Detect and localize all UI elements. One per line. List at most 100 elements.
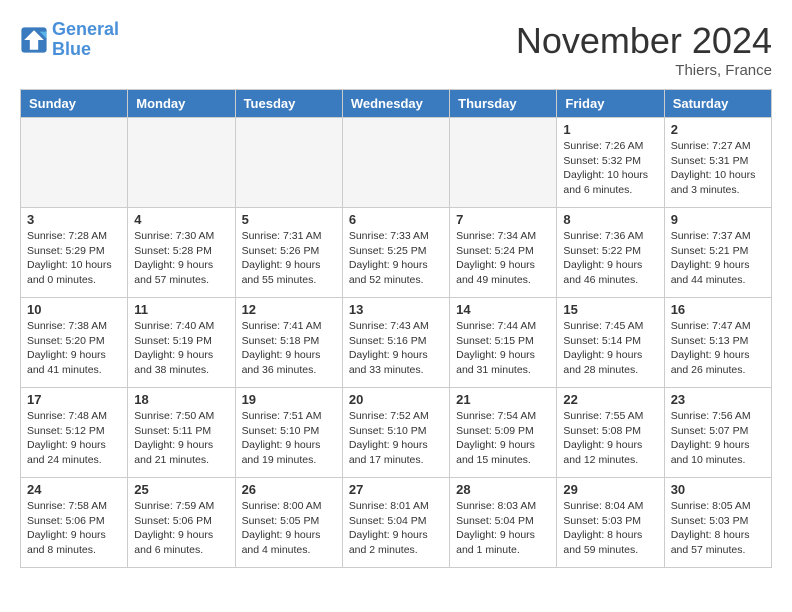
day-cell bbox=[450, 118, 557, 208]
day-info: Sunrise: 7:43 AM Sunset: 5:16 PM Dayligh… bbox=[349, 319, 443, 378]
day-number: 7 bbox=[456, 212, 550, 227]
day-cell: 24 Sunrise: 7:58 AM Sunset: 5:06 PM Dayli… bbox=[21, 478, 128, 568]
day-cell: 12 Sunrise: 7:41 AM Sunset: 5:18 PM Dayli… bbox=[235, 298, 342, 388]
day-info: Sunrise: 8:05 AM Sunset: 5:03 PM Dayligh… bbox=[671, 499, 765, 558]
day-cell: 21 Sunrise: 7:54 AM Sunset: 5:09 PM Dayli… bbox=[450, 388, 557, 478]
day-info: Sunrise: 7:48 AM Sunset: 5:12 PM Dayligh… bbox=[27, 409, 121, 468]
day-number: 21 bbox=[456, 392, 550, 407]
day-info: Sunrise: 7:58 AM Sunset: 5:06 PM Dayligh… bbox=[27, 499, 121, 558]
day-cell: 11 Sunrise: 7:40 AM Sunset: 5:19 PM Dayli… bbox=[128, 298, 235, 388]
day-number: 1 bbox=[563, 122, 657, 137]
day-cell: 30 Sunrise: 8:05 AM Sunset: 5:03 PM Dayli… bbox=[664, 478, 771, 568]
day-cell: 26Sunrise: 8:00 AM Sunset: 5:05 PM Dayli… bbox=[235, 478, 342, 568]
day-cell: 14 Sunrise: 7:44 AM Sunset: 5:15 PM Dayli… bbox=[450, 298, 557, 388]
logo-icon bbox=[20, 26, 48, 54]
day-cell: 19Sunrise: 7:51 AM Sunset: 5:10 PM Dayli… bbox=[235, 388, 342, 478]
logo-line2: Blue bbox=[52, 39, 91, 59]
day-number: 20 bbox=[349, 392, 443, 407]
header-cell-sunday: Sunday bbox=[21, 90, 128, 118]
week-row-5: 24 Sunrise: 7:58 AM Sunset: 5:06 PM Dayli… bbox=[21, 478, 772, 568]
day-cell: 16Sunrise: 7:47 AM Sunset: 5:13 PM Dayli… bbox=[664, 298, 771, 388]
header-cell-saturday: Saturday bbox=[664, 90, 771, 118]
day-info: Sunrise: 7:50 AM Sunset: 5:11 PM Dayligh… bbox=[134, 409, 228, 468]
day-number: 3 bbox=[27, 212, 121, 227]
day-number: 24 bbox=[27, 482, 121, 497]
day-number: 17 bbox=[27, 392, 121, 407]
logo-line1: General bbox=[52, 19, 119, 39]
day-number: 23 bbox=[671, 392, 765, 407]
day-info: Sunrise: 7:45 AM Sunset: 5:14 PM Dayligh… bbox=[563, 319, 657, 378]
day-cell: 6Sunrise: 7:33 AM Sunset: 5:25 PM Daylig… bbox=[342, 208, 449, 298]
day-info: Sunrise: 7:44 AM Sunset: 5:15 PM Dayligh… bbox=[456, 319, 550, 378]
day-info: Sunrise: 7:40 AM Sunset: 5:19 PM Dayligh… bbox=[134, 319, 228, 378]
day-cell: 5 Sunrise: 7:31 AM Sunset: 5:26 PM Daylig… bbox=[235, 208, 342, 298]
day-cell: 13Sunrise: 7:43 AM Sunset: 5:16 PM Dayli… bbox=[342, 298, 449, 388]
day-cell: 17 Sunrise: 7:48 AM Sunset: 5:12 PM Dayli… bbox=[21, 388, 128, 478]
header-cell-friday: Friday bbox=[557, 90, 664, 118]
day-number: 18 bbox=[134, 392, 228, 407]
day-number: 28 bbox=[456, 482, 550, 497]
day-cell bbox=[128, 118, 235, 208]
day-number: 22 bbox=[563, 392, 657, 407]
day-number: 11 bbox=[134, 302, 228, 317]
day-number: 10 bbox=[27, 302, 121, 317]
location: Thiers, France bbox=[516, 62, 772, 79]
day-info: Sunrise: 7:26 AM Sunset: 5:32 PM Dayligh… bbox=[563, 139, 657, 198]
day-info: Sunrise: 8:00 AM Sunset: 5:05 PM Dayligh… bbox=[242, 499, 336, 558]
day-number: 27 bbox=[349, 482, 443, 497]
day-info: Sunrise: 7:34 AM Sunset: 5:24 PM Dayligh… bbox=[456, 229, 550, 288]
day-info: Sunrise: 7:31 AM Sunset: 5:26 PM Dayligh… bbox=[242, 229, 336, 288]
page-header: General Blue November 2024 Thiers, Franc… bbox=[20, 20, 772, 79]
day-number: 29 bbox=[563, 482, 657, 497]
day-cell: 25Sunrise: 7:59 AM Sunset: 5:06 PM Dayli… bbox=[128, 478, 235, 568]
week-row-3: 10Sunrise: 7:38 AM Sunset: 5:20 PM Dayli… bbox=[21, 298, 772, 388]
day-info: Sunrise: 7:41 AM Sunset: 5:18 PM Dayligh… bbox=[242, 319, 336, 378]
day-info: Sunrise: 7:37 AM Sunset: 5:21 PM Dayligh… bbox=[671, 229, 765, 288]
day-cell bbox=[235, 118, 342, 208]
header-cell-wednesday: Wednesday bbox=[342, 90, 449, 118]
header-cell-thursday: Thursday bbox=[450, 90, 557, 118]
day-number: 2 bbox=[671, 122, 765, 137]
day-cell: 20 Sunrise: 7:52 AM Sunset: 5:10 PM Dayli… bbox=[342, 388, 449, 478]
day-number: 19 bbox=[242, 392, 336, 407]
day-cell: 4Sunrise: 7:30 AM Sunset: 5:28 PM Daylig… bbox=[128, 208, 235, 298]
day-cell bbox=[342, 118, 449, 208]
header-row: SundayMondayTuesdayWednesdayThursdayFrid… bbox=[21, 90, 772, 118]
day-info: Sunrise: 7:52 AM Sunset: 5:10 PM Dayligh… bbox=[349, 409, 443, 468]
day-info: Sunrise: 7:36 AM Sunset: 5:22 PM Dayligh… bbox=[563, 229, 657, 288]
day-info: Sunrise: 7:56 AM Sunset: 5:07 PM Dayligh… bbox=[671, 409, 765, 468]
day-info: Sunrise: 7:54 AM Sunset: 5:09 PM Dayligh… bbox=[456, 409, 550, 468]
day-number: 9 bbox=[671, 212, 765, 227]
month-title: November 2024 bbox=[516, 20, 772, 62]
day-info: Sunrise: 7:28 AM Sunset: 5:29 PM Dayligh… bbox=[27, 229, 121, 288]
day-number: 4 bbox=[134, 212, 228, 227]
logo: General Blue bbox=[20, 20, 119, 60]
day-info: Sunrise: 8:01 AM Sunset: 5:04 PM Dayligh… bbox=[349, 499, 443, 558]
day-number: 5 bbox=[242, 212, 336, 227]
title-block: November 2024 Thiers, France bbox=[516, 20, 772, 79]
day-number: 12 bbox=[242, 302, 336, 317]
day-cell: 8 Sunrise: 7:36 AM Sunset: 5:22 PM Daylig… bbox=[557, 208, 664, 298]
day-cell: 2 Sunrise: 7:27 AM Sunset: 5:31 PM Daylig… bbox=[664, 118, 771, 208]
day-info: Sunrise: 7:27 AM Sunset: 5:31 PM Dayligh… bbox=[671, 139, 765, 198]
day-number: 8 bbox=[563, 212, 657, 227]
day-cell bbox=[21, 118, 128, 208]
day-cell: 29Sunrise: 8:04 AM Sunset: 5:03 PM Dayli… bbox=[557, 478, 664, 568]
day-info: Sunrise: 7:55 AM Sunset: 5:08 PM Dayligh… bbox=[563, 409, 657, 468]
day-number: 30 bbox=[671, 482, 765, 497]
day-number: 6 bbox=[349, 212, 443, 227]
header-cell-tuesday: Tuesday bbox=[235, 90, 342, 118]
day-number: 16 bbox=[671, 302, 765, 317]
day-cell: 22 Sunrise: 7:55 AM Sunset: 5:08 PM Dayli… bbox=[557, 388, 664, 478]
day-cell: 23 Sunrise: 7:56 AM Sunset: 5:07 PM Dayli… bbox=[664, 388, 771, 478]
day-cell: 7 Sunrise: 7:34 AM Sunset: 5:24 PM Daylig… bbox=[450, 208, 557, 298]
header-cell-monday: Monday bbox=[128, 90, 235, 118]
day-cell: 9 Sunrise: 7:37 AM Sunset: 5:21 PM Daylig… bbox=[664, 208, 771, 298]
week-row-4: 17 Sunrise: 7:48 AM Sunset: 5:12 PM Dayli… bbox=[21, 388, 772, 478]
day-cell: 28Sunrise: 8:03 AM Sunset: 5:04 PM Dayli… bbox=[450, 478, 557, 568]
day-number: 14 bbox=[456, 302, 550, 317]
day-number: 15 bbox=[563, 302, 657, 317]
day-cell: 3 Sunrise: 7:28 AM Sunset: 5:29 PM Daylig… bbox=[21, 208, 128, 298]
logo-text: General Blue bbox=[52, 20, 119, 60]
day-cell: 10Sunrise: 7:38 AM Sunset: 5:20 PM Dayli… bbox=[21, 298, 128, 388]
